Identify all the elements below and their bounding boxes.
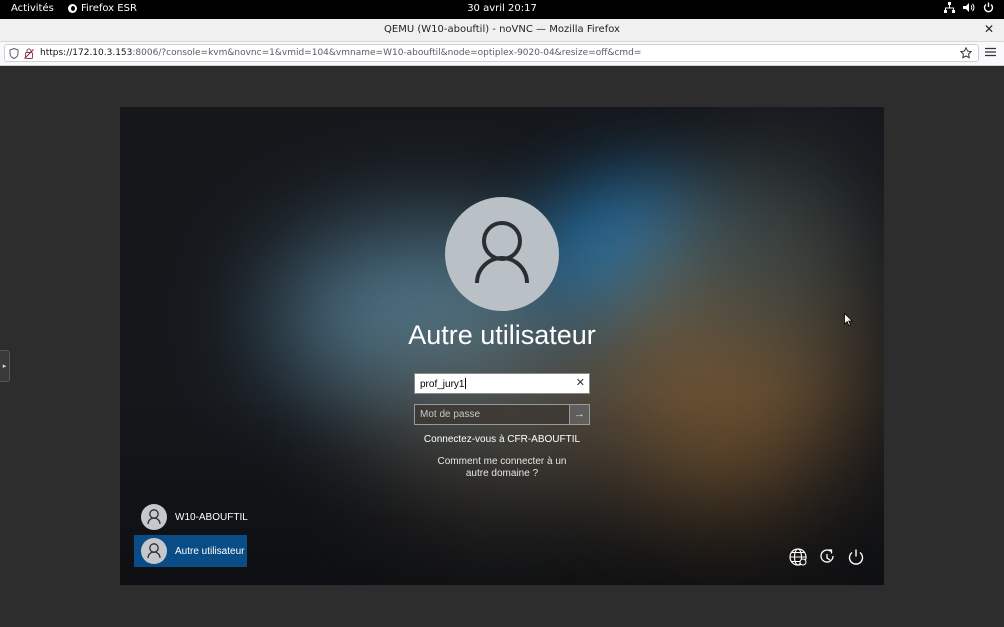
- url-host: https://172.10.3.153: [40, 48, 133, 58]
- avatar: [141, 504, 167, 530]
- browser-toolbar: https://172.10.3.153:8006/?console=kvm&n…: [0, 42, 1004, 66]
- user-icon: [147, 543, 161, 559]
- volume-icon: [963, 3, 975, 12]
- close-window-button[interactable]: ✕: [982, 22, 996, 36]
- login-user-title: Autre utilisateur: [408, 320, 596, 350]
- vm-screen[interactable]: Autre utilisateur prof_jury1 ✕ Mot de pa…: [120, 107, 884, 585]
- novnc-control-bar-handle[interactable]: ▸: [0, 350, 10, 382]
- other-domain-link[interactable]: Comment me connecter à un autre domaine …: [427, 456, 577, 480]
- user-avatar: [445, 197, 559, 311]
- novnc-viewport: ▸ Autre utilisateur prof_jury1 ✕ Mot de …: [0, 66, 1004, 627]
- globe-icon[interactable]: [788, 547, 808, 567]
- activities-button[interactable]: Activités: [11, 3, 54, 14]
- clock[interactable]: 30 avril 20:17: [467, 3, 537, 14]
- mouse-pointer-icon: [844, 313, 853, 326]
- power-icon: [983, 2, 994, 13]
- gnome-top-bar: Activités Firefox ESR 30 avril 20:17: [0, 0, 1004, 19]
- power-icon[interactable]: [846, 547, 866, 567]
- network-icon: [944, 2, 955, 13]
- username-field[interactable]: prof_jury1 ✕: [414, 373, 590, 394]
- user-icon: [475, 221, 529, 284]
- hamburger-menu-icon[interactable]: [985, 47, 996, 57]
- password-field[interactable]: Mot de passe →: [414, 404, 590, 425]
- domain-link[interactable]: Connectez-vous à CFR-ABOUFTIL: [120, 434, 884, 445]
- window-titlebar: QEMU (W10-abouftil) - noVNC — Mozilla Fi…: [0, 19, 1004, 42]
- app-menu[interactable]: Firefox ESR: [68, 3, 137, 14]
- username-value: prof_jury1: [420, 379, 465, 390]
- system-menu[interactable]: [944, 2, 994, 13]
- url-path: :8006/?console=kvm&novnc=1&vmid=104&vmna…: [132, 48, 642, 58]
- clear-icon[interactable]: ✕: [576, 376, 585, 389]
- account-item-autre-utilisateur[interactable]: Autre utilisateur: [134, 535, 247, 567]
- url-bar[interactable]: https://172.10.3.153:8006/?console=kvm&n…: [4, 44, 979, 62]
- app-menu-label: Firefox ESR: [81, 3, 137, 14]
- password-placeholder: Mot de passe: [420, 409, 481, 420]
- window-title: QEMU (W10-abouftil) - noVNC — Mozilla Fi…: [384, 24, 620, 35]
- accessibility-icon[interactable]: [817, 547, 837, 567]
- user-icon: [147, 509, 161, 525]
- firefox-icon: [68, 4, 77, 13]
- account-label: Autre utilisateur: [175, 545, 245, 557]
- account-label: W10-ABOUFTIL: [175, 511, 248, 523]
- account-item-w10-abouftil[interactable]: W10-ABOUFTIL: [134, 501, 248, 533]
- avatar: [141, 538, 167, 564]
- bookmark-star-icon[interactable]: [960, 47, 972, 59]
- lock-icon[interactable]: [24, 48, 34, 59]
- login-corner-buttons: [788, 547, 866, 567]
- url-text[interactable]: https://172.10.3.153:8006/?console=kvm&n…: [40, 45, 641, 61]
- submit-arrow-button[interactable]: →: [569, 405, 589, 424]
- tracking-protection-icon[interactable]: [9, 48, 19, 59]
- account-list: W10-ABOUFTIL Autre utilisateur: [134, 501, 248, 567]
